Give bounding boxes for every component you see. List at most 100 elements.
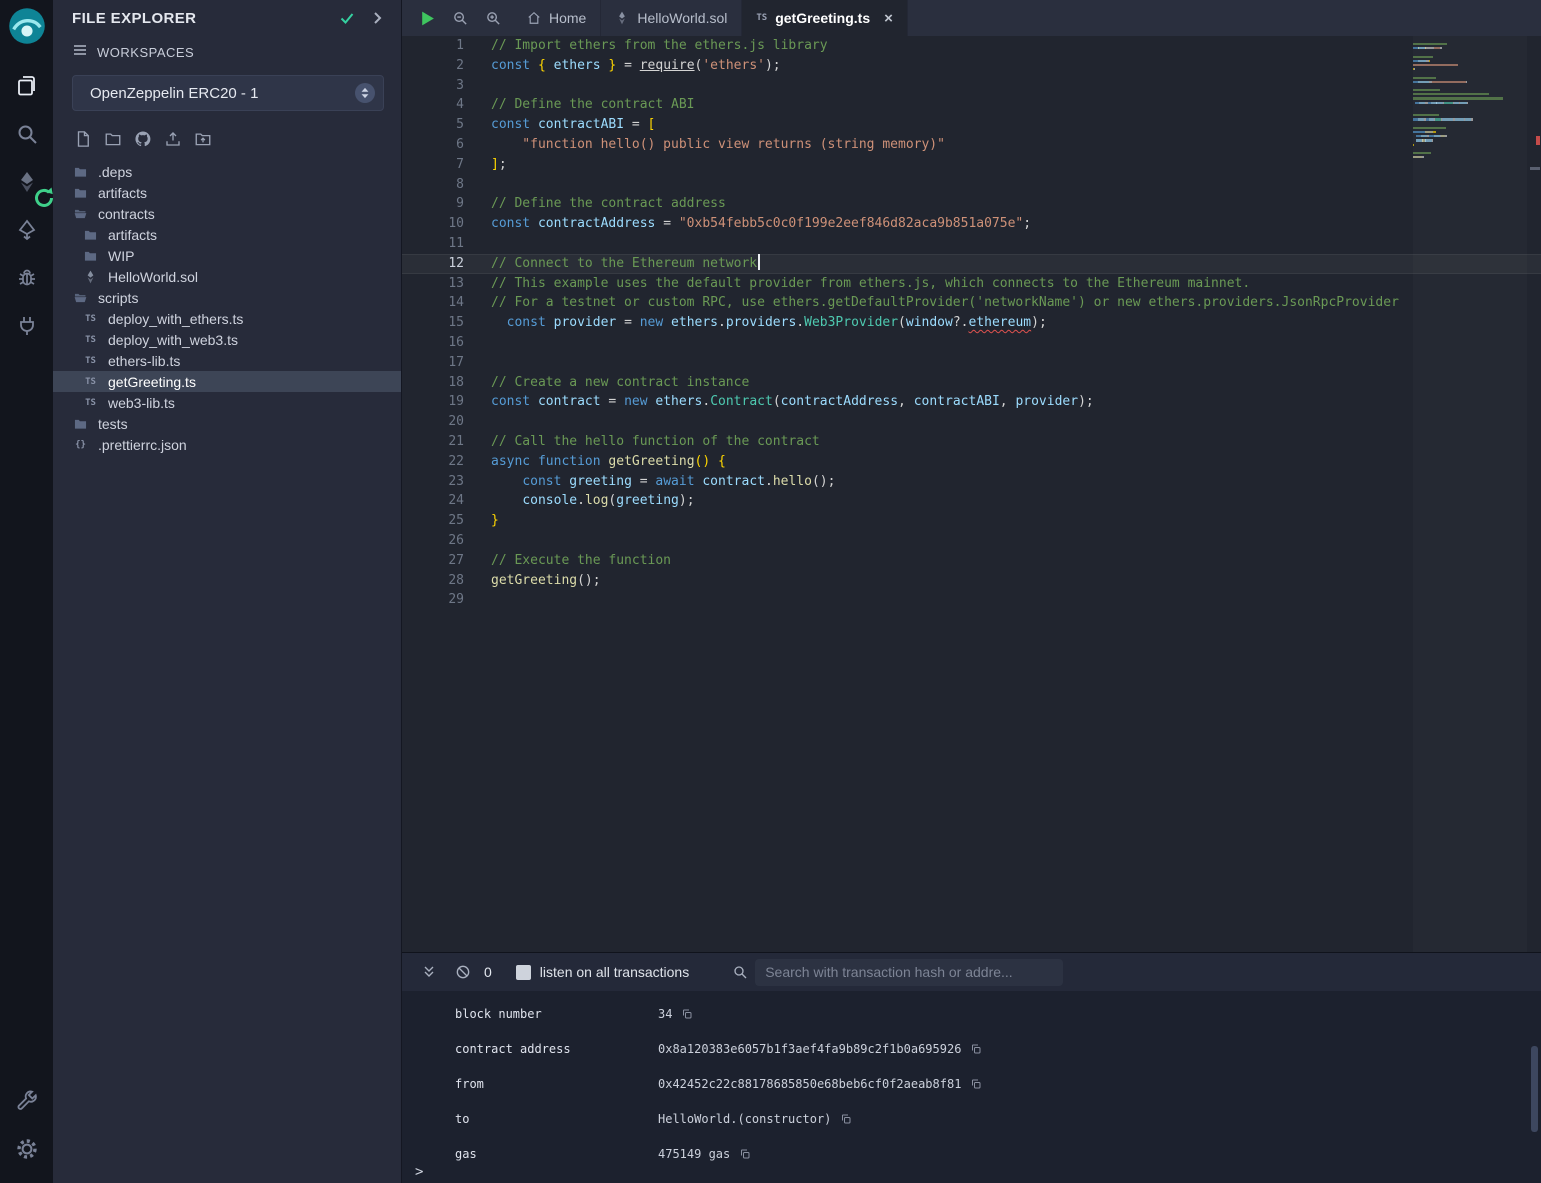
- line-content: const provider = new ethers.providers.We…: [464, 313, 1047, 333]
- code-line-27[interactable]: 27// Execute the function: [402, 551, 1541, 571]
- code-line-17[interactable]: 17: [402, 353, 1541, 373]
- code-line-23[interactable]: 23 const greeting = await contract.hello…: [402, 472, 1541, 492]
- folder-icon: [72, 185, 89, 201]
- code-line-24[interactable]: 24 console.log(greeting);: [402, 491, 1541, 511]
- file-item-artifacts[interactable]: artifacts: [53, 182, 401, 203]
- listen-all-label[interactable]: listen on all transactions: [540, 964, 689, 980]
- code-line-1[interactable]: 1// Import ethers from the ethers.js lib…: [402, 36, 1541, 56]
- tab-getgreeting-ts[interactable]: TSgetGreeting.ts×: [742, 0, 908, 36]
- code-line-12[interactable]: 12// Connect to the Ethereum network: [402, 254, 1541, 274]
- code-line-18[interactable]: 18// Create a new contract instance: [402, 373, 1541, 393]
- copy-icon[interactable]: [681, 1008, 693, 1020]
- new-folder-icon[interactable]: [102, 128, 123, 149]
- publish-gist-github-icon[interactable]: [132, 128, 153, 149]
- code-line-14[interactable]: 14// For a testnet or custom RPC, use et…: [402, 293, 1541, 313]
- code-line-7[interactable]: 7];: [402, 155, 1541, 175]
- code-line-11[interactable]: 11: [402, 234, 1541, 254]
- file-label: getGreeting.ts: [108, 374, 196, 390]
- code-line-2[interactable]: 2const { ethers } = require('ethers');: [402, 56, 1541, 76]
- file-item-web3-lib-ts[interactable]: TSweb3-lib.ts: [53, 392, 401, 413]
- copy-icon[interactable]: [970, 1043, 982, 1055]
- file-item-contracts[interactable]: contracts: [53, 203, 401, 224]
- file-item-deploy-with-ethers-ts[interactable]: TSdeploy_with_ethers.ts: [53, 308, 401, 329]
- file-item-deploy-with-web3-ts[interactable]: TSdeploy_with_web3.ts: [53, 329, 401, 350]
- deploy-run-icon[interactable]: [12, 215, 42, 245]
- tx-detail-key: block number: [455, 1007, 658, 1021]
- code-line-6[interactable]: 6 "function hello() public view returns …: [402, 135, 1541, 155]
- line-content: [464, 175, 491, 195]
- line-number: 20: [402, 412, 464, 432]
- close-tab-icon[interactable]: ×: [884, 11, 893, 26]
- file-explorer-icon[interactable]: [12, 71, 42, 101]
- code-line-20[interactable]: 20: [402, 412, 1541, 432]
- file-item-ethers-lib-ts[interactable]: TSethers-lib.ts: [53, 350, 401, 371]
- tab-home[interactable]: Home: [513, 0, 601, 36]
- code-line-9[interactable]: 9// Define the contract address: [402, 194, 1541, 214]
- editor-scroll-indicator[interactable]: [1530, 167, 1540, 170]
- plugin-manager-icon[interactable]: [12, 311, 42, 341]
- code-editor[interactable]: 1// Import ethers from the ethers.js lib…: [402, 36, 1541, 952]
- code-line-25[interactable]: 25}: [402, 511, 1541, 531]
- line-content: // Execute the function: [464, 551, 671, 571]
- code-line-4[interactable]: 4// Define the contract ABI: [402, 95, 1541, 115]
- file-item-prettierrc-json[interactable]: {}.prettierrc.json: [53, 434, 401, 455]
- file-label: deploy_with_web3.ts: [108, 332, 238, 348]
- workspace-select[interactable]: OpenZeppelin ERC20 - 1: [72, 75, 384, 111]
- search-icon[interactable]: [12, 119, 42, 149]
- code-line-8[interactable]: 8: [402, 175, 1541, 195]
- copy-icon[interactable]: [970, 1078, 982, 1090]
- accept-check-icon[interactable]: [337, 8, 357, 28]
- transaction-count: 0: [484, 964, 492, 980]
- minimap[interactable]: [1413, 36, 1527, 952]
- code-line-19[interactable]: 19const contract = new ethers.Contract(c…: [402, 392, 1541, 412]
- chevron-right-icon[interactable]: [367, 8, 387, 28]
- zoom-out-icon[interactable]: [450, 8, 470, 28]
- file-item-helloworld-sol[interactable]: HelloWorld.sol: [53, 266, 401, 287]
- zoom-in-icon[interactable]: [483, 8, 503, 28]
- tx-detail-key: from: [455, 1077, 658, 1091]
- tx-detail-value: HelloWorld.(constructor): [658, 1112, 831, 1126]
- workspaces-menu-icon[interactable]: [72, 42, 97, 63]
- copy-icon[interactable]: [840, 1113, 852, 1125]
- code-line-3[interactable]: 3: [402, 76, 1541, 96]
- code-line-15[interactable]: 15 const provider = new ethers.providers…: [402, 313, 1541, 333]
- code-line-22[interactable]: 22async function getGreeting() {: [402, 452, 1541, 472]
- file-item-tests[interactable]: tests: [53, 413, 401, 434]
- upload-folder-icon[interactable]: [192, 128, 213, 149]
- home-icon: [527, 11, 541, 25]
- expand-terminal-icon[interactable]: [418, 961, 440, 983]
- copy-icon[interactable]: [739, 1148, 751, 1160]
- clear-console-icon[interactable]: [452, 961, 474, 983]
- solidity-compiler-icon[interactable]: [12, 167, 42, 197]
- code-line-26[interactable]: 26: [402, 531, 1541, 551]
- line-content: getGreeting();: [464, 571, 601, 591]
- terminal-scrollbar[interactable]: [1531, 1046, 1538, 1132]
- file-label: contracts: [98, 206, 155, 222]
- wrench-icon[interactable]: [12, 1086, 42, 1116]
- workspaces-label: WORKSPACES: [97, 45, 194, 60]
- remix-logo[interactable]: [7, 6, 47, 46]
- file-item-getgreeting-ts[interactable]: TSgetGreeting.ts: [53, 371, 401, 392]
- code-line-21[interactable]: 21// Call the hello function of the cont…: [402, 432, 1541, 452]
- file-item-deps[interactable]: .deps: [53, 161, 401, 182]
- code-line-16[interactable]: 16: [402, 333, 1541, 353]
- sol-icon: [82, 269, 99, 285]
- code-line-5[interactable]: 5const contractABI = [: [402, 115, 1541, 135]
- tab-helloworld-sol[interactable]: HelloWorld.sol: [601, 0, 742, 36]
- settings-gear-icon[interactable]: [12, 1134, 42, 1164]
- run-script-button[interactable]: [417, 8, 437, 28]
- line-content: [464, 333, 491, 353]
- debugger-icon[interactable]: [12, 263, 42, 293]
- code-line-28[interactable]: 28getGreeting();: [402, 571, 1541, 591]
- code-line-10[interactable]: 10const contractAddress = "0xb54febb5c0c…: [402, 214, 1541, 234]
- new-file-icon[interactable]: [72, 128, 93, 149]
- code-line-29[interactable]: 29: [402, 590, 1541, 610]
- code-line-13[interactable]: 13// This example uses the default provi…: [402, 274, 1541, 294]
- file-item-wip[interactable]: WIP: [53, 245, 401, 266]
- file-item-artifacts[interactable]: artifacts: [53, 224, 401, 245]
- file-item-scripts[interactable]: scripts: [53, 287, 401, 308]
- upload-file-icon[interactable]: [162, 128, 183, 149]
- listen-all-checkbox[interactable]: [516, 965, 531, 980]
- terminal-prompt[interactable]: >: [415, 1164, 423, 1180]
- terminal-search-input[interactable]: [755, 959, 1063, 986]
